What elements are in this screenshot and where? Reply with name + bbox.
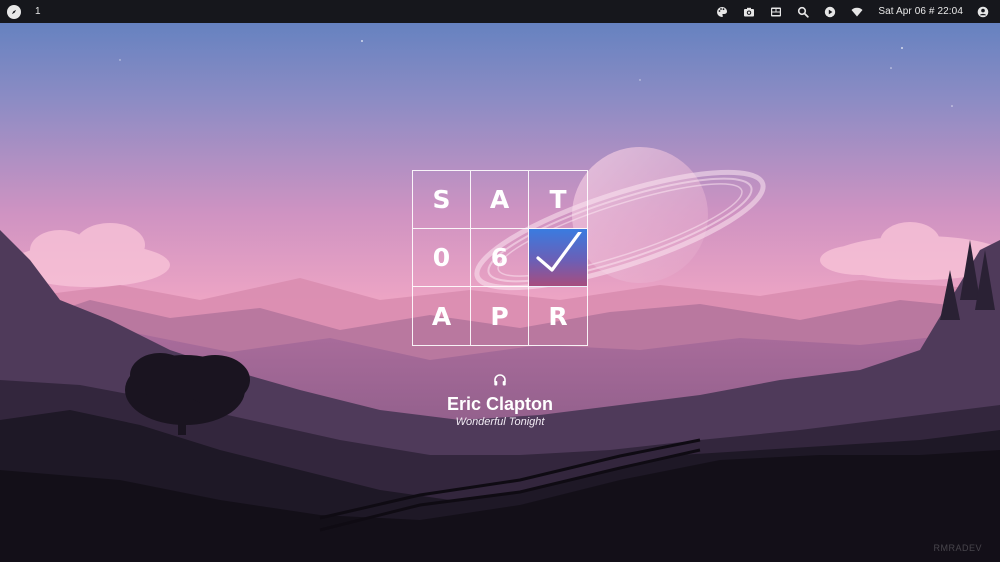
top-panel: 1 Sat Apr 06 # 22:04 xyxy=(0,0,1000,23)
workspace-indicator[interactable]: 1 xyxy=(35,6,41,17)
date-cell: 6 xyxy=(471,229,529,287)
date-cell: 0 xyxy=(413,229,471,287)
date-cell: A xyxy=(413,287,471,345)
search-icon[interactable] xyxy=(796,5,810,19)
window-switcher-icon[interactable] xyxy=(769,5,783,19)
compass-icon[interactable] xyxy=(7,4,21,19)
check-icon xyxy=(529,229,587,287)
user-icon[interactable] xyxy=(976,5,990,19)
headphones-icon xyxy=(493,372,507,386)
watermark: RMRADEV xyxy=(933,543,982,553)
panel-right: Sat Apr 06 # 22:04 xyxy=(702,0,990,23)
play-icon[interactable] xyxy=(823,5,837,19)
date-cell: T xyxy=(529,171,587,229)
now-playing-widget: Eric Clapton Wonderful Tonight xyxy=(400,372,600,429)
clock[interactable]: Sat Apr 06 # 22:04 xyxy=(878,6,963,17)
palette-icon[interactable] xyxy=(715,5,729,19)
track-artist: Eric Clapton xyxy=(446,394,553,414)
wifi-icon[interactable] xyxy=(850,5,864,19)
date-grid-widget: S A T 0 6 A P R xyxy=(412,170,588,346)
date-cell: A xyxy=(471,171,529,229)
date-cell: R xyxy=(548,301,568,331)
track-title: Wonderful Tonight xyxy=(455,416,545,428)
panel-left: 1 xyxy=(7,0,41,23)
camera-icon[interactable] xyxy=(742,5,756,19)
date-cell: P xyxy=(471,287,529,345)
date-cell: S xyxy=(413,171,471,229)
